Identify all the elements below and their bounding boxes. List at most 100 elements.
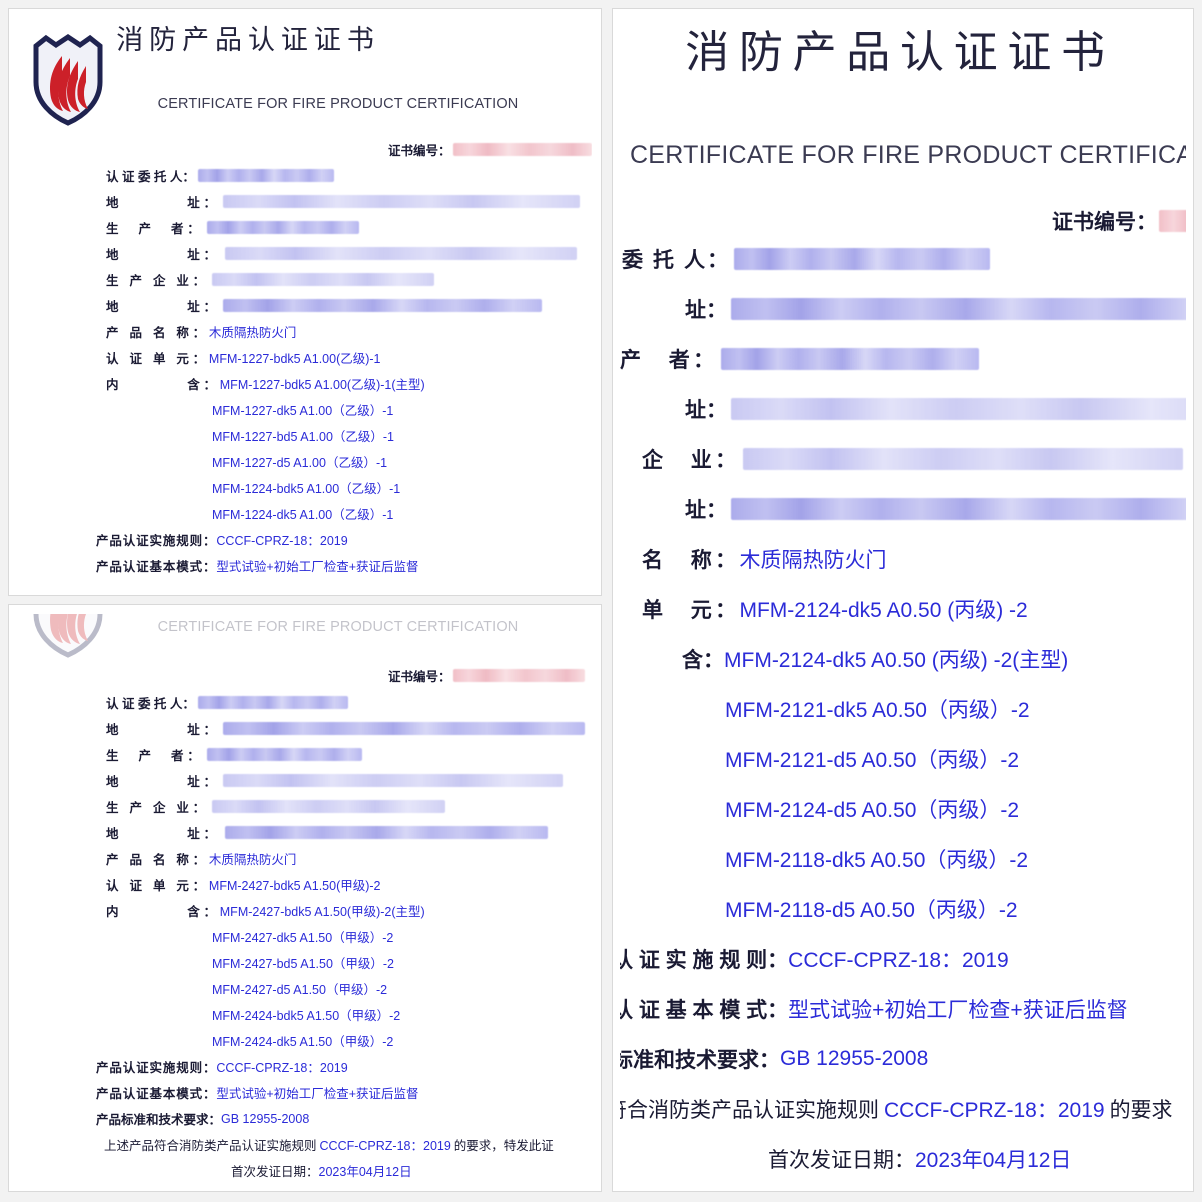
includes-item-5: MFM-2424-dk5 A1.50（甲级）-2 (212, 1035, 394, 1049)
applicant-address-row: 地 址： (106, 719, 585, 738)
standard-value: GB 12955-2008 (221, 585, 309, 587)
applicant-label: 认 证 委 托 人： (106, 170, 195, 184)
mode-label: 产品认证基本模式： (96, 560, 217, 574)
manufacturer-redacted-value (721, 348, 980, 370)
applicant-row: 认 证 委 托 人： (106, 166, 334, 185)
first-issue-row: 首次发证日期： 2023年04月12日 (231, 1161, 412, 1180)
statement-suffix: 的要求 (1109, 1099, 1173, 1122)
rule-label: 产品认证实施规则： (96, 534, 217, 548)
cert-number-label: 证书编号： (1052, 211, 1157, 234)
statement-row: 上述产品符合消防类产品认证实施规则 CCCF-CPRZ-18：2019 的要求，… (104, 1135, 554, 1154)
rule-value: CCCF-CPRZ-18：2019 (216, 534, 348, 548)
product-name-row: 产 品 名 称： 木质隔热防火门 (106, 322, 296, 341)
mode-value: 型式试验+初始工厂检查+获证后监督 (788, 999, 1128, 1022)
includes-label: 内 含： (106, 905, 220, 919)
first-issue-row: 首次发证日期： 2023年04月12日 (768, 1144, 1071, 1174)
certificate-body: 消防产品认证证书 CERTIFICATE FOR FIRE PRODUCT CE… (620, 16, 1186, 1184)
applicant-row: 认 证 委 托 人： (106, 693, 348, 712)
cert-number-redacted-value (452, 143, 592, 156)
includes-item-row: MFM-2124-d5 A0.50（丙级）-2 (725, 794, 1019, 824)
includes-item-5: MFM-1224-dk5 A1.00（乙级）-1 (212, 508, 394, 522)
includes-item-row: MFM-2118-d5 A0.50（丙级）-2 (725, 894, 1018, 924)
includes-item-row: MFM-2427-d5 A1.50（甲级）-2 (212, 979, 387, 998)
includes-item-0: MFM-2124-dk5 A0.50 (丙级) -2(主型) (724, 649, 1069, 672)
rule-label: 产品认证实施规则： (96, 1061, 217, 1075)
applicant-address-label: 地 址： (106, 723, 220, 737)
factory-address-row: 地 址： (106, 823, 548, 842)
manufacturer-address-row: 地 址： (106, 771, 563, 790)
includes-item-1: MFM-2427-dk5 A1.50（甲级）-2 (212, 931, 394, 945)
factory-address-label: 地 址： (106, 827, 220, 841)
cert-number-redacted-value (1159, 210, 1186, 232)
applicant-redacted-value (734, 248, 991, 270)
factory-address-row: 地 址： (106, 296, 542, 315)
includes-item-3: MFM-2124-d5 A0.50（丙级）-2 (725, 799, 1020, 822)
includes-item-row: MFM-2121-dk5 A0.50（丙级）-2 (725, 694, 1030, 724)
factory-address-label: 地 址： (106, 300, 220, 314)
manufacturer-address-redacted-value (731, 398, 1186, 420)
first-issue-value: 2023年04月12日 (318, 1165, 412, 1179)
applicant-address-redacted-value (222, 722, 585, 735)
product-name-value: 木质隔热防火门 (739, 549, 887, 572)
product-name-label: 产 品 名 称： (106, 326, 209, 340)
manufacturer-row: 产 者： (620, 344, 980, 374)
manufacturer-label: 生 产 者： (106, 749, 204, 763)
cert-number-label: 证书编号： (388, 144, 451, 158)
rule-label: 认 证 实 施 规 则： (620, 949, 789, 972)
mode-label: 产品认证基本模式： (96, 1087, 217, 1101)
includes-item-4: MFM-2424-bdk5 A1.50（甲级）-2 (212, 1009, 401, 1023)
applicant-redacted-value (197, 696, 348, 709)
cert-unit-label: 认 证 单 元： (106, 879, 209, 893)
factory-redacted-value (211, 273, 434, 286)
product-name-row: 名 称： 木质隔热防火门 (642, 544, 886, 574)
mode-row: 产品认证基本模式： 型式试验+初始工厂检查+获证后监督 (96, 1083, 419, 1102)
statement-rule-value: CCCF-CPRZ-18：2019 (884, 1099, 1105, 1122)
factory-row: 生 产 企 业： (106, 270, 434, 289)
cert-unit-row: 认 证 单 元： MFM-1227-bdk5 A1.00(乙级)-1 (106, 348, 381, 367)
manufacturer-label: 生 产 者： (106, 222, 204, 236)
includes-item-row: MFM-1227-bd5 A1.00（乙级）-1 (212, 426, 394, 445)
factory-redacted-value (743, 448, 1184, 470)
includes-item-row: MFM-2427-bd5 A1.50（甲级）-2 (212, 953, 394, 972)
cert-number-row: 证书编号： (388, 140, 592, 159)
cert-unit-label: 单 元： (642, 599, 740, 622)
includes-row: 内 含： MFM-1227-bdk5 A1.00(乙级)-1(主型) (106, 374, 425, 393)
applicant-address-row: 址： (685, 294, 1186, 324)
certificate-title-en: CERTIFICATE FOR FIRE PRODUCT CERTIFICATI… (630, 141, 1186, 169)
applicant-address-redacted-value (222, 195, 580, 208)
first-issue-value: 2023年04月12日 (915, 1149, 1072, 1172)
cert-unit-label: 认 证 单 元： (106, 352, 209, 366)
includes-item-row: MFM-1227-d5 A1.00（乙级）-1 (212, 452, 387, 471)
includes-item-row: MFM-1224-dk5 A1.00（乙级）-1 (212, 504, 393, 523)
cert-number-label: 证书编号： (388, 670, 451, 684)
includes-item-row: MFM-1224-bdk5 A1.00（乙级）-1 (212, 478, 400, 497)
certificate-title-zh: 消防产品认证证书 (685, 28, 1115, 77)
manufacturer-address-redacted-value (222, 774, 563, 787)
manufacturer-redacted-value (206, 221, 359, 234)
manufacturer-address-label: 地 址： (106, 775, 220, 789)
screenshot-root: 消防产品认证证书 CERTIFICATE FOR FIRE PRODUCT CE… (0, 0, 1202, 1202)
includes-item-row: MFM-2427-dk5 A1.50（甲级）-2 (212, 927, 393, 946)
includes-item-1: MFM-2121-dk5 A0.50（丙级）-2 (725, 699, 1030, 722)
product-name-value: 木质隔热防火门 (208, 853, 297, 867)
includes-item-row: MFM-2118-dk5 A0.50（丙级）-2 (725, 844, 1028, 874)
product-name-value: 木质隔热防火门 (208, 326, 297, 340)
mode-row: 认 证 基 本 模 式： 型式试验+初始工厂检查+获证后监督 (620, 994, 1128, 1024)
includes-item-0: MFM-1227-bdk5 A1.00(乙级)-1(主型) (219, 378, 425, 392)
includes-item-2: MFM-2427-bd5 A1.50（甲级）-2 (212, 957, 395, 971)
mode-label: 认 证 基 本 模 式： (620, 999, 789, 1022)
certificate-title-en: CERTIFICATE FOR FIRE PRODUCT CERTIFICATI… (157, 96, 519, 112)
cert-number-redacted-value (452, 669, 585, 682)
applicant-address-label: 地 址： (106, 196, 220, 210)
cert-unit-value: MFM-1227-bdk5 A1.00(乙级)-1 (208, 352, 381, 366)
includes-item-row: MFM-2424-bdk5 A1.50（甲级）-2 (212, 1005, 400, 1024)
fire-shield-emblem-icon (33, 34, 103, 126)
product-name-label: 名 称： (642, 549, 740, 572)
includes-label: 含： (682, 649, 724, 672)
certificate-body: 消防产品认证证书 CERTIFICATE FOR FIRE PRODUCT CE… (18, 18, 592, 586)
certificate-top-left: 消防产品认证证书 CERTIFICATE FOR FIRE PRODUCT CE… (8, 8, 602, 596)
certificate-right-zoomed: 消防产品认证证书 CERTIFICATE FOR FIRE PRODUCT CE… (612, 8, 1194, 1192)
statement-row: 符合消防类产品认证实施规则 CCCF-CPRZ-18：2019 的要求 (620, 1094, 1173, 1124)
rule-row: 认 证 实 施 规 则： CCCF-CPRZ-18：2019 (620, 944, 1009, 974)
manufacturer-redacted-value (206, 748, 362, 761)
